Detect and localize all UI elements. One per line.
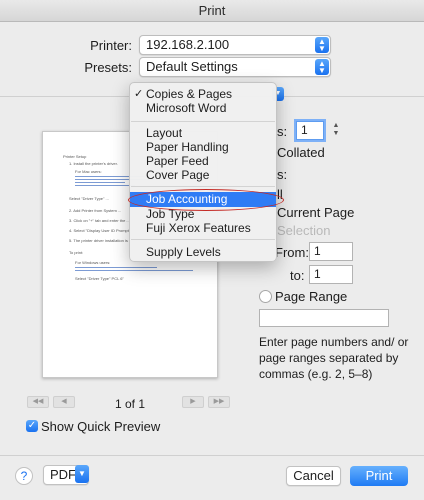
collated-label: Collated <box>277 145 325 160</box>
page-range-label: Page Range <box>275 289 348 304</box>
to-label: to: <box>290 268 305 283</box>
menu-item-fuji-xerox-features[interactable]: Fuji Xerox Features <box>130 221 276 235</box>
updown-arrows-icon: ▲ ▼ <box>315 59 329 75</box>
next-page-button[interactable]: ▶ <box>182 396 204 408</box>
show-quick-preview-checkbox[interactable]: ✓ <box>26 420 38 432</box>
menu-item-copies-pages[interactable]: ✓ Copies & Pages <box>130 87 276 101</box>
page-range-radio[interactable] <box>259 290 272 303</box>
menu-item-microsoft-word[interactable]: Microsoft Word <box>130 101 276 115</box>
menu-separator <box>131 239 275 240</box>
current-page-label: Current Page <box>277 205 355 220</box>
show-quick-preview-label: Show Quick Preview <box>41 419 161 434</box>
window-title: Print <box>0 0 424 22</box>
menu-item-cover-page[interactable]: Cover Page <box>130 168 276 182</box>
doc-link <box>75 270 193 271</box>
doc-heading: Printer Setup <box>63 154 87 159</box>
menu-separator <box>131 186 275 187</box>
doc-step5: 5. The printer driver installation is ..… <box>69 238 133 243</box>
doc-windows-users: For Windows users: <box>75 260 111 265</box>
doc-link <box>75 182 125 183</box>
printer-value: 192.168.2.100 <box>146 37 230 52</box>
page-range-input[interactable] <box>259 309 389 327</box>
doc-step2: 2. Add Printer from System ... <box>69 208 122 213</box>
panel-menu[interactable]: ✓ Copies & Pages Microsoft Word Layout P… <box>129 82 277 262</box>
doc-link <box>75 185 135 186</box>
doc-step3: 3. Click on "+" tab and enter the ... <box>69 218 130 223</box>
doc-select1: Select "Driver Type" ... <box>69 196 109 201</box>
menu-item-supply-levels[interactable]: Supply Levels <box>130 245 276 259</box>
page-indicator: 1 of 1 <box>114 397 146 411</box>
separator <box>0 455 424 456</box>
doc-step1: 1. Install the printer's driver. <box>69 161 118 166</box>
copies-input[interactable]: 1 <box>296 121 324 140</box>
printer-popup[interactable]: 192.168.2.100 ▲ ▼ <box>139 35 331 55</box>
annotation-highlight <box>128 189 284 211</box>
updown-arrows-icon: ▲ ▼ <box>315 37 329 53</box>
pdf-label: PDF <box>50 467 76 482</box>
checkmark-icon: ✓ <box>134 88 144 100</box>
presets-popup[interactable]: Default Settings ▲ ▼ <box>139 57 331 77</box>
doc-select2: Select "Driver Type" PCL 6" <box>75 276 124 281</box>
menu-separator <box>131 121 275 122</box>
presets-value: Default Settings <box>146 59 238 74</box>
first-page-button[interactable]: ◀◀ <box>27 396 49 408</box>
pages-label: s: <box>277 167 288 182</box>
help-button[interactable]: ? <box>15 467 33 485</box>
page-range-help: Enter page numbers and/ or page ranges s… <box>259 335 409 381</box>
menu-item-paper-feed[interactable]: Paper Feed <box>130 154 276 168</box>
selection-label: Selection <box>277 223 331 238</box>
presets-label: Presets: <box>84 60 132 75</box>
to-input[interactable]: 1 <box>309 265 353 284</box>
from-input[interactable]: 1 <box>309 242 353 261</box>
doc-to-print: To print: <box>69 250 84 255</box>
chevron-down-icon[interactable]: ▼ <box>75 465 89 483</box>
menu-item-paper-handling[interactable]: Paper Handling <box>130 140 276 154</box>
last-page-button[interactable]: ▶▶ <box>208 396 230 408</box>
doc-mac-users: For Mac users: <box>75 169 102 174</box>
print-button[interactable]: Print <box>350 466 408 486</box>
previous-page-button[interactable]: ◀ <box>53 396 75 408</box>
printer-label: Printer: <box>90 38 132 53</box>
from-label: From: <box>275 245 309 260</box>
copies-label: s: <box>277 124 288 139</box>
cancel-button[interactable]: Cancel <box>286 466 341 486</box>
menu-item-layout[interactable]: Layout <box>130 126 276 140</box>
copies-stepper[interactable]: ▲ ▼ <box>331 122 341 140</box>
doc-step4: 4. Select "Display User ID Prompt" ... <box>69 228 135 233</box>
doc-link <box>75 267 157 268</box>
